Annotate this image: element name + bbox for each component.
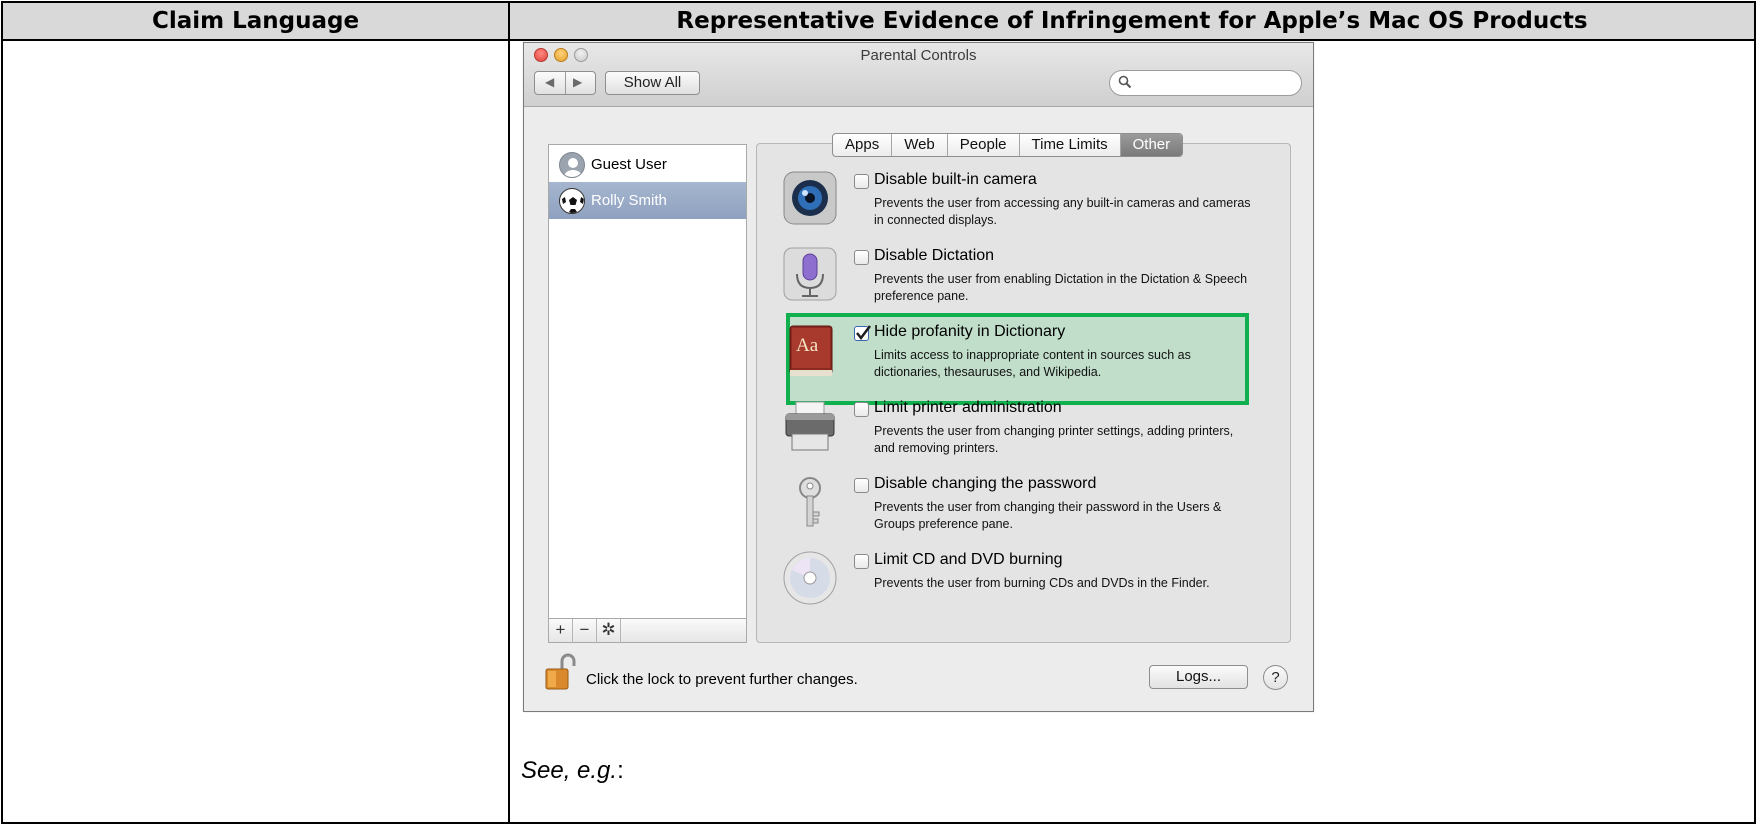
option-description: Prevents the user from burning CDs and D…	[874, 576, 1210, 590]
profanity-checkbox[interactable]	[854, 325, 871, 341]
option-description: Limits access to inappropriate content i…	[874, 348, 1191, 379]
logs-button[interactable]: Logs...	[1149, 665, 1248, 689]
option-hide-profanity: Aa Hide profanity in Dictionary Limits a…	[782, 322, 1272, 392]
user-list-toolbar: + − ✲	[549, 618, 746, 642]
option-disable-camera: Disable built-in camera Prevents the use…	[782, 170, 1272, 240]
option-description: Prevents the user from changing their pa…	[874, 500, 1222, 531]
option-limit-cd-dvd: Limit CD and DVD burning Prevents the us…	[782, 550, 1272, 620]
see-eg-citation: See, e.g.:	[521, 757, 624, 785]
back-arrow-icon[interactable]: ◀	[545, 75, 554, 89]
forward-arrow-icon[interactable]: ▶	[573, 75, 582, 89]
option-description: Prevents the user from changing printer …	[874, 424, 1234, 455]
add-user-button[interactable]: +	[549, 619, 573, 642]
dictionary-icon-text: Aa	[796, 335, 819, 356]
checkmark-icon	[856, 325, 871, 341]
option-label: Disable changing the password	[874, 475, 1097, 492]
user-item-rolly-smith[interactable]: Rolly Smith	[549, 182, 746, 219]
microphone-icon	[783, 247, 837, 301]
lock-message: Click the lock to prevent further change…	[586, 671, 858, 688]
column-divider	[508, 3, 510, 822]
search-input[interactable]	[1109, 70, 1302, 96]
option-label: Limit printer administration	[874, 399, 1062, 416]
help-button[interactable]: ?	[1263, 665, 1288, 690]
back-forward-control: ◀ ▶	[534, 71, 596, 95]
tab-apps[interactable]: Apps	[833, 134, 893, 156]
tab-people[interactable]: People	[948, 134, 1020, 156]
option-label: Disable Dictation	[874, 247, 995, 264]
user-name: Guest User	[591, 156, 667, 173]
tab-web[interactable]: Web	[892, 134, 948, 156]
key-icon	[799, 477, 821, 527]
option-disable-dictation: Disable Dictation Prevents the user from…	[782, 246, 1272, 316]
option-limit-printer: Limit printer administration Prevents th…	[782, 398, 1272, 468]
printer-icon	[785, 401, 835, 451]
user-name: Rolly Smith	[591, 192, 667, 209]
see-eg-suffix: :	[617, 757, 624, 784]
table-header-row: Claim Language Representative Evidence o…	[3, 3, 1754, 41]
window-titlebar: Parental Controls ◀ ▶ Show All	[524, 43, 1313, 107]
camera-icon	[783, 171, 837, 225]
user-item-guest[interactable]: Guest User	[549, 146, 746, 183]
camera-checkbox[interactable]	[854, 174, 869, 189]
option-label: Hide profanity in Dictionary	[874, 323, 1066, 340]
dictation-checkbox[interactable]	[854, 250, 869, 265]
option-description: Prevents the user from enabling Dictatio…	[874, 272, 1248, 303]
option-label: Limit CD and DVD burning	[874, 551, 1063, 568]
tab-time-limits[interactable]: Time Limits	[1020, 134, 1121, 156]
parental-controls-window: Parental Controls ◀ ▶ Show All Guest Use…	[523, 42, 1314, 712]
printer-checkbox[interactable]	[854, 402, 869, 417]
see-eg-italic: See, e.g.	[521, 757, 618, 784]
disc-icon	[783, 551, 837, 605]
option-label: Disable built-in camera	[874, 171, 1037, 188]
cd-dvd-checkbox[interactable]	[854, 554, 869, 569]
nav-separator	[565, 72, 566, 94]
claim-language-header: Claim Language	[151, 8, 360, 34]
password-checkbox[interactable]	[854, 478, 869, 493]
user-silhouette-icon	[559, 152, 585, 178]
user-list: Guest User Rolly Smith + − ✲	[548, 144, 747, 643]
option-disable-password-change: Disable changing the password Prevents t…	[782, 474, 1272, 544]
window-title: Parental Controls	[860, 47, 977, 64]
show-all-button[interactable]: Show All	[605, 71, 700, 95]
tab-bar: Apps Web People Time Limits Other	[832, 133, 1184, 157]
lock-icon[interactable]	[544, 653, 576, 691]
option-description: Prevents the user from accessing any bui…	[874, 196, 1251, 227]
remove-user-button[interactable]: −	[573, 619, 597, 642]
gear-icon[interactable]: ✲	[597, 619, 621, 642]
search-icon	[1118, 75, 1132, 89]
tab-other[interactable]: Other	[1120, 134, 1183, 156]
soccer-ball-icon	[559, 188, 585, 214]
evidence-header: Representative Evidence of Infringement …	[676, 8, 1588, 34]
